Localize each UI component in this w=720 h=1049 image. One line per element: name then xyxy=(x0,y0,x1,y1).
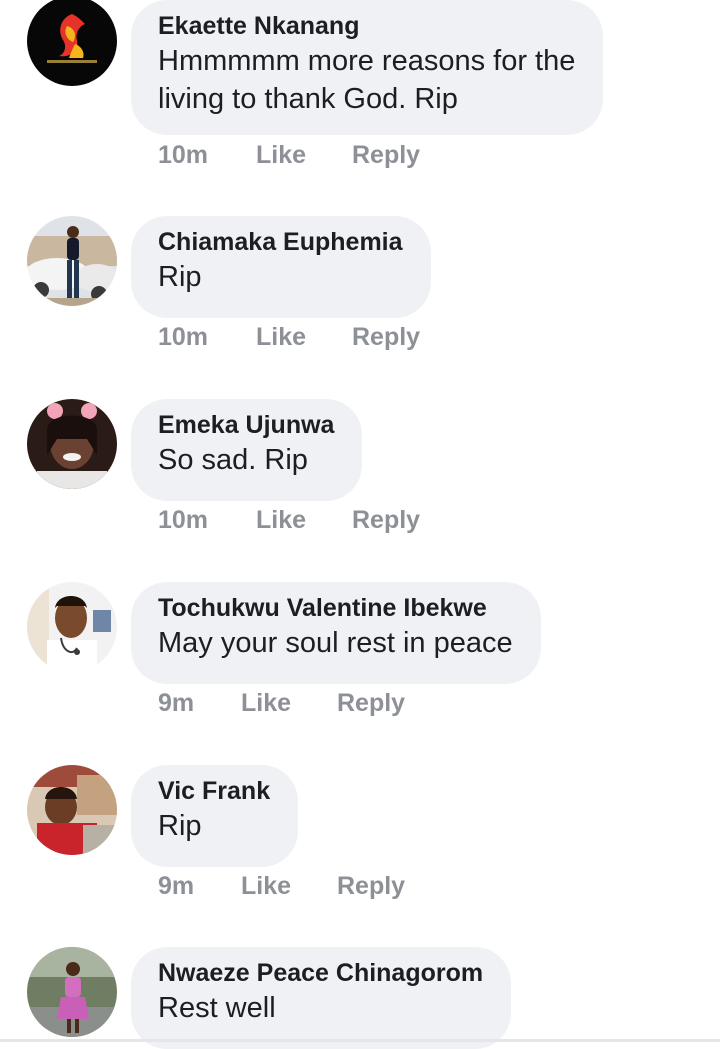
comment-author[interactable]: Ekaette Nkanang xyxy=(158,10,575,42)
comment-time: 9m xyxy=(158,689,195,717)
comment-time: 10m xyxy=(158,506,209,534)
avatar-photo-icon xyxy=(27,216,117,306)
avatar-photo-icon xyxy=(27,399,117,489)
comment-text: May your soul rest in peace xyxy=(158,627,513,659)
avatar[interactable] xyxy=(27,216,117,306)
comment-text: Rest well xyxy=(158,992,276,1024)
avatar[interactable] xyxy=(27,0,117,86)
comment-text: living to thank God. Rip xyxy=(158,83,458,115)
like-button[interactable]: Like xyxy=(256,323,306,352)
comment-bubble: Emeka Ujunwa So sad. Rip xyxy=(131,399,363,501)
comment-time: 10m xyxy=(158,323,209,351)
like-button[interactable]: Like xyxy=(241,689,291,718)
comment-author[interactable]: Nwaeze Peace Chinagorom xyxy=(158,957,483,989)
like-button[interactable]: Like xyxy=(256,141,306,170)
avatar-photo-icon xyxy=(27,947,117,1037)
comment-bubble: Vic Frank Rip xyxy=(131,765,299,867)
comment-bubble: Tochukwu Valentine Ibekwe May your soul … xyxy=(131,582,541,684)
comment-text: Rip xyxy=(158,261,202,293)
avatar[interactable] xyxy=(27,399,117,489)
like-button[interactable]: Like xyxy=(241,872,291,901)
comment-author[interactable]: Emeka Ujunwa xyxy=(158,409,334,441)
avatar[interactable] xyxy=(27,765,117,855)
reply-button[interactable]: Reply xyxy=(337,689,405,718)
comment-bubble: Nwaeze Peace Chinagorom Rest well xyxy=(131,947,512,1049)
comment-author[interactable]: Tochukwu Valentine Ibekwe xyxy=(158,592,513,624)
avatar-photo-icon xyxy=(27,765,117,855)
reply-button[interactable]: Reply xyxy=(352,506,420,535)
comment-bubble: Chiamaka Euphemia Rip xyxy=(131,216,431,318)
comment-bubble: Ekaette Nkanang Hmmmmm more reasons for … xyxy=(131,0,604,135)
comment-time: 9m xyxy=(158,872,195,900)
avatar[interactable] xyxy=(27,582,117,672)
reply-button[interactable]: Reply xyxy=(352,323,420,352)
comment-text: Rip xyxy=(158,810,202,842)
comment-text: Hmmmmm more reasons for the xyxy=(158,45,576,77)
avatar[interactable] xyxy=(27,947,117,1037)
comment-author[interactable]: Vic Frank xyxy=(158,775,270,807)
reply-button[interactable]: Reply xyxy=(337,872,405,901)
like-button[interactable]: Like xyxy=(256,506,306,535)
avatar-photo-icon xyxy=(27,582,117,672)
comment-text: So sad. Rip xyxy=(158,444,308,476)
avatar-logo-icon xyxy=(27,0,117,86)
comment-author[interactable]: Chiamaka Euphemia xyxy=(158,226,403,258)
reply-button[interactable]: Reply xyxy=(352,141,420,170)
comment-time: 10m xyxy=(158,141,209,169)
